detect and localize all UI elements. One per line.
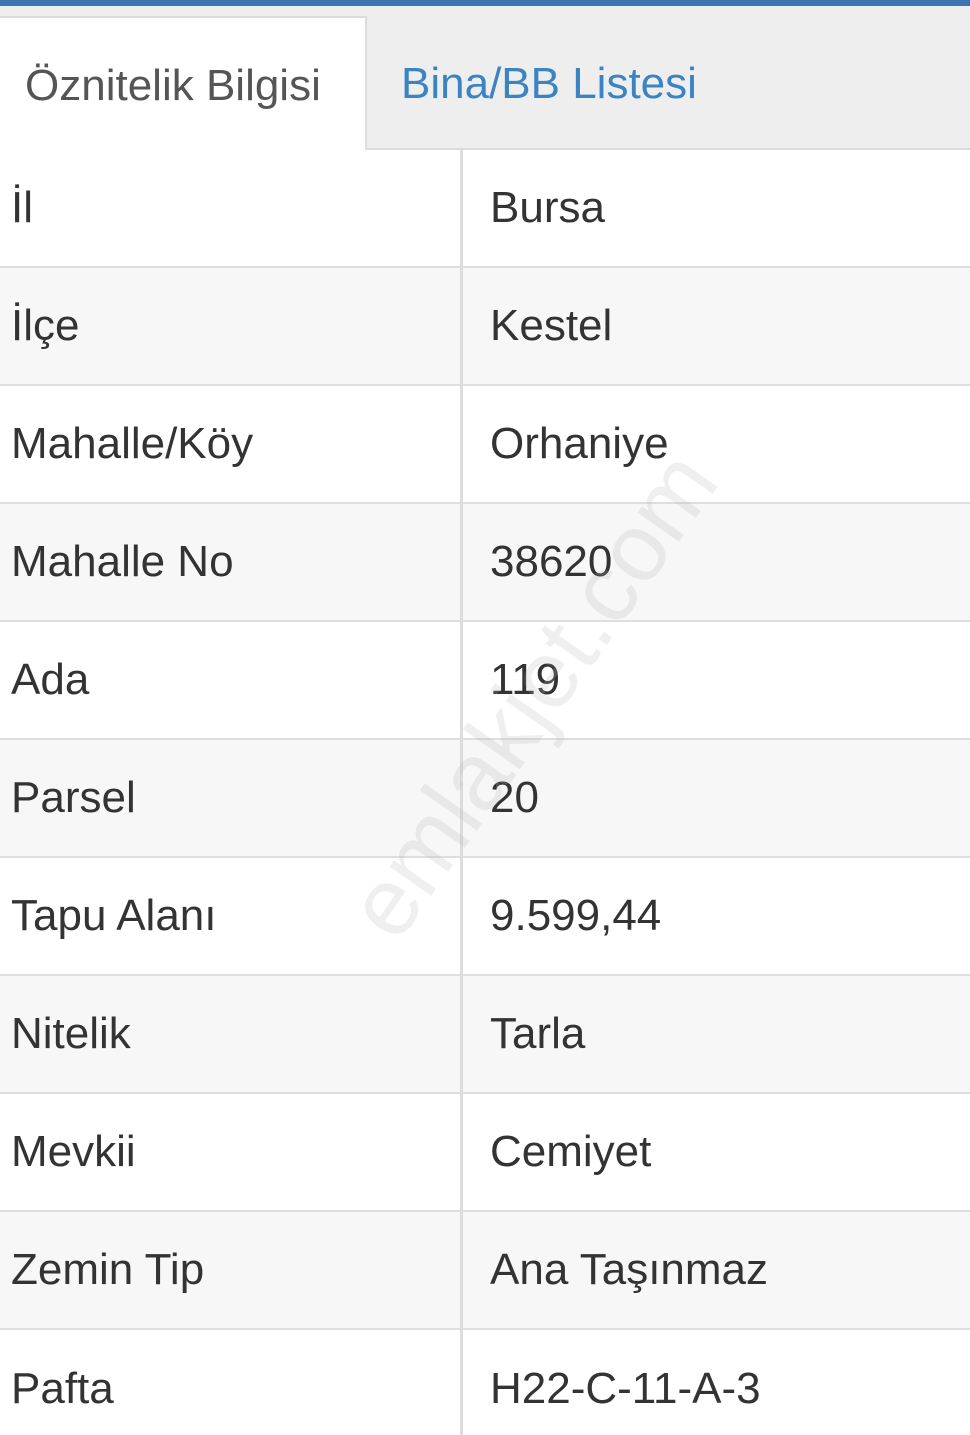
table-row: Parsel 20 bbox=[0, 740, 970, 858]
row-label: Mahalle/Köy bbox=[0, 386, 463, 502]
table-row: Ada 119 bbox=[0, 622, 970, 740]
page: Öznitelik Bilgisi Bina/BB Listesi İl Bur… bbox=[0, 0, 970, 1435]
table-row: Mahalle No 38620 bbox=[0, 504, 970, 622]
table-row: Zemin Tip Ana Taşınmaz bbox=[0, 1212, 970, 1330]
row-label: Parsel bbox=[0, 740, 463, 856]
row-label: Tapu Alanı bbox=[0, 858, 463, 974]
tab-oznitelik-bilgisi[interactable]: Öznitelik Bilgisi bbox=[0, 16, 367, 154]
table-row: Mevkii Cemiyet bbox=[0, 1094, 970, 1212]
row-label: Zemin Tip bbox=[0, 1212, 463, 1328]
tab-label: Öznitelik Bilgisi bbox=[25, 61, 321, 110]
tab-bina-bb-listesi[interactable]: Bina/BB Listesi bbox=[401, 16, 697, 152]
row-value: Bursa bbox=[490, 183, 605, 232]
table-row: Pafta H22-C-11-A-3 bbox=[0, 1330, 970, 1435]
row-value: Cemiyet bbox=[490, 1127, 652, 1176]
row-value: 119 bbox=[490, 655, 561, 704]
table-row: Nitelik Tarla bbox=[0, 976, 970, 1094]
row-value: Tarla bbox=[490, 1009, 586, 1058]
row-value: 20 bbox=[490, 773, 539, 822]
row-label: İl bbox=[0, 150, 463, 266]
row-value: 38620 bbox=[490, 537, 613, 586]
table-row: İlçe Kestel bbox=[0, 268, 970, 386]
row-value: 9.599,44 bbox=[490, 891, 662, 940]
row-label: Mahalle No bbox=[0, 504, 463, 620]
row-value: Ana Taşınmaz bbox=[490, 1245, 769, 1294]
row-label: İlçe bbox=[0, 268, 463, 384]
attribute-table: İl Bursa İlçe Kestel Mahalle/Köy Orhaniy… bbox=[0, 150, 970, 1435]
row-label: Ada bbox=[0, 622, 463, 738]
tab-strip: Öznitelik Bilgisi Bina/BB Listesi bbox=[0, 6, 970, 154]
row-label: Pafta bbox=[0, 1330, 463, 1435]
tab-label: Bina/BB Listesi bbox=[401, 59, 697, 108]
table-row: İl Bursa bbox=[0, 150, 970, 268]
row-value: Kestel bbox=[490, 301, 613, 350]
row-label: Nitelik bbox=[0, 976, 463, 1092]
table-row: Mahalle/Köy Orhaniye bbox=[0, 386, 970, 504]
row-value: Orhaniye bbox=[490, 419, 669, 468]
row-value: H22-C-11-A-3 bbox=[490, 1364, 761, 1413]
row-label: Mevkii bbox=[0, 1094, 463, 1210]
table-row: Tapu Alanı 9.599,44 bbox=[0, 858, 970, 976]
